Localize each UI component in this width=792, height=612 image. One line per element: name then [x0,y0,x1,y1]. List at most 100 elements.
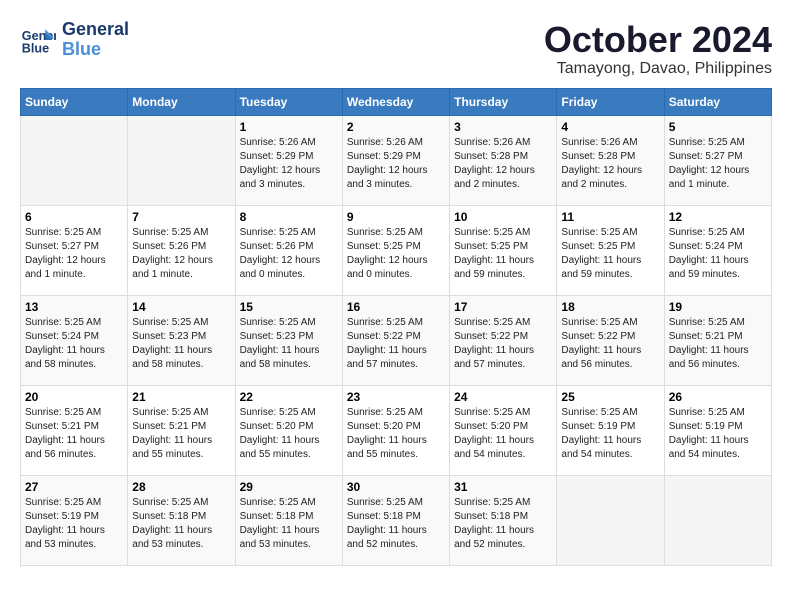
day-info: Sunrise: 5:26 AM Sunset: 5:28 PM Dayligh… [454,136,552,192]
calendar-cell: 13 Sunrise: 5:25 AM Sunset: 5:24 PM Dayli… [21,295,128,385]
calendar-cell: 27 Sunrise: 5:25 AM Sunset: 5:19 PM Dayli… [21,475,128,565]
calendar-cell: 26 Sunrise: 5:25 AM Sunset: 5:19 PM Dayli… [664,385,771,475]
day-info: Sunrise: 5:25 AM Sunset: 5:19 PM Dayligh… [669,406,767,462]
day-number: 29 [240,480,338,494]
calendar-cell: 30 Sunrise: 5:25 AM Sunset: 5:18 PM Dayli… [342,475,449,565]
day-info: Sunrise: 5:26 AM Sunset: 5:29 PM Dayligh… [240,136,338,192]
day-number: 16 [347,300,445,314]
weekday-header: Tuesday [235,88,342,115]
day-info: Sunrise: 5:25 AM Sunset: 5:23 PM Dayligh… [132,316,230,372]
calendar-week-row: 1 Sunrise: 5:26 AM Sunset: 5:29 PM Daylig… [21,115,772,205]
calendar-cell: 1 Sunrise: 5:26 AM Sunset: 5:29 PM Daylig… [235,115,342,205]
calendar-cell: 17 Sunrise: 5:25 AM Sunset: 5:22 PM Dayli… [450,295,557,385]
logo-icon: General Blue [20,22,56,58]
location-title: Tamayong, Davao, Philippines [544,60,772,78]
calendar-cell: 7 Sunrise: 5:25 AM Sunset: 5:26 PM Daylig… [128,205,235,295]
day-info: Sunrise: 5:25 AM Sunset: 5:27 PM Dayligh… [669,136,767,192]
day-number: 30 [347,480,445,494]
calendar-week-row: 6Sunrise: 5:25 AM Sunset: 5:27 PM Daylig… [21,205,772,295]
day-info: Sunrise: 5:25 AM Sunset: 5:22 PM Dayligh… [454,316,552,372]
calendar-cell: 28 Sunrise: 5:25 AM Sunset: 5:18 PM Dayli… [128,475,235,565]
month-title: October 2024 [544,20,772,60]
page-header: General Blue General Blue October 2024 T… [20,20,772,78]
calendar-cell: 25Sunrise: 5:25 AM Sunset: 5:19 PM Dayli… [557,385,664,475]
weekday-header: Wednesday [342,88,449,115]
calendar-cell: 29Sunrise: 5:25 AM Sunset: 5:18 PM Dayli… [235,475,342,565]
calendar-cell: 4 Sunrise: 5:26 AM Sunset: 5:28 PM Daylig… [557,115,664,205]
day-info: Sunrise: 5:25 AM Sunset: 5:24 PM Dayligh… [669,226,767,282]
day-number: 26 [669,390,767,404]
day-number: 4 [561,120,659,134]
calendar-cell: 19 Sunrise: 5:25 AM Sunset: 5:21 PM Dayli… [664,295,771,385]
day-info: Sunrise: 5:25 AM Sunset: 5:25 PM Dayligh… [561,226,659,282]
day-info: Sunrise: 5:25 AM Sunset: 5:22 PM Dayligh… [347,316,445,372]
day-info: Sunrise: 5:25 AM Sunset: 5:22 PM Dayligh… [561,316,659,372]
day-info: Sunrise: 5:25 AM Sunset: 5:20 PM Dayligh… [347,406,445,462]
calendar-cell [21,115,128,205]
day-info: Sunrise: 5:25 AM Sunset: 5:26 PM Dayligh… [132,226,230,282]
day-number: 19 [669,300,767,314]
day-number: 11 [561,210,659,224]
day-number: 24 [454,390,552,404]
calendar-cell: 20 Sunrise: 5:25 AM Sunset: 5:21 PM Dayli… [21,385,128,475]
weekday-header: Saturday [664,88,771,115]
title-section: October 2024 Tamayong, Davao, Philippine… [544,20,772,78]
logo-line1: General [62,20,129,40]
calendar-cell: 22Sunrise: 5:25 AM Sunset: 5:20 PM Dayli… [235,385,342,475]
logo-line2: Blue [62,40,129,60]
day-info: Sunrise: 5:25 AM Sunset: 5:18 PM Dayligh… [454,496,552,552]
calendar-cell: 14 Sunrise: 5:25 AM Sunset: 5:23 PM Dayli… [128,295,235,385]
calendar-cell: 12Sunrise: 5:25 AM Sunset: 5:24 PM Dayli… [664,205,771,295]
day-info: Sunrise: 5:25 AM Sunset: 5:25 PM Dayligh… [454,226,552,282]
calendar-cell: 6Sunrise: 5:25 AM Sunset: 5:27 PM Daylig… [21,205,128,295]
svg-text:Blue: Blue [22,41,49,55]
calendar-cell [557,475,664,565]
calendar-cell [664,475,771,565]
calendar-cell [128,115,235,205]
calendar-cell: 9Sunrise: 5:25 AM Sunset: 5:25 PM Daylig… [342,205,449,295]
day-info: Sunrise: 5:25 AM Sunset: 5:21 PM Dayligh… [25,406,123,462]
calendar-cell: 24 Sunrise: 5:25 AM Sunset: 5:20 PM Dayli… [450,385,557,475]
day-number: 7 [132,210,230,224]
day-info: Sunrise: 5:25 AM Sunset: 5:26 PM Dayligh… [240,226,338,282]
calendar-week-row: 20 Sunrise: 5:25 AM Sunset: 5:21 PM Dayli… [21,385,772,475]
day-number: 15 [240,300,338,314]
day-number: 13 [25,300,123,314]
logo: General Blue General Blue [20,20,129,60]
calendar-table: SundayMondayTuesdayWednesdayThursdayFrid… [20,88,772,566]
calendar-body: 1 Sunrise: 5:26 AM Sunset: 5:29 PM Daylig… [21,115,772,565]
weekday-row: SundayMondayTuesdayWednesdayThursdayFrid… [21,88,772,115]
day-number: 2 [347,120,445,134]
calendar-cell: 18 Sunrise: 5:25 AM Sunset: 5:22 PM Dayli… [557,295,664,385]
day-number: 3 [454,120,552,134]
day-number: 31 [454,480,552,494]
day-number: 20 [25,390,123,404]
day-number: 1 [240,120,338,134]
calendar-cell: 11 Sunrise: 5:25 AM Sunset: 5:25 PM Dayli… [557,205,664,295]
weekday-header: Sunday [21,88,128,115]
day-info: Sunrise: 5:25 AM Sunset: 5:21 PM Dayligh… [669,316,767,372]
day-info: Sunrise: 5:25 AM Sunset: 5:21 PM Dayligh… [132,406,230,462]
day-number: 27 [25,480,123,494]
calendar-cell: 8 Sunrise: 5:25 AM Sunset: 5:26 PM Daylig… [235,205,342,295]
day-number: 21 [132,390,230,404]
weekday-header: Monday [128,88,235,115]
day-number: 14 [132,300,230,314]
day-info: Sunrise: 5:25 AM Sunset: 5:19 PM Dayligh… [561,406,659,462]
calendar-cell: 5 Sunrise: 5:25 AM Sunset: 5:27 PM Daylig… [664,115,771,205]
calendar-cell: 23Sunrise: 5:25 AM Sunset: 5:20 PM Dayli… [342,385,449,475]
day-info: Sunrise: 5:25 AM Sunset: 5:18 PM Dayligh… [132,496,230,552]
day-info: Sunrise: 5:25 AM Sunset: 5:18 PM Dayligh… [347,496,445,552]
day-number: 17 [454,300,552,314]
day-info: Sunrise: 5:25 AM Sunset: 5:20 PM Dayligh… [454,406,552,462]
day-number: 28 [132,480,230,494]
day-number: 8 [240,210,338,224]
day-number: 18 [561,300,659,314]
day-info: Sunrise: 5:25 AM Sunset: 5:27 PM Dayligh… [25,226,123,282]
day-info: Sunrise: 5:25 AM Sunset: 5:24 PM Dayligh… [25,316,123,372]
day-info: Sunrise: 5:26 AM Sunset: 5:28 PM Dayligh… [561,136,659,192]
calendar-cell: 3 Sunrise: 5:26 AM Sunset: 5:28 PM Daylig… [450,115,557,205]
day-info: Sunrise: 5:26 AM Sunset: 5:29 PM Dayligh… [347,136,445,192]
day-number: 5 [669,120,767,134]
day-info: Sunrise: 5:25 AM Sunset: 5:19 PM Dayligh… [25,496,123,552]
